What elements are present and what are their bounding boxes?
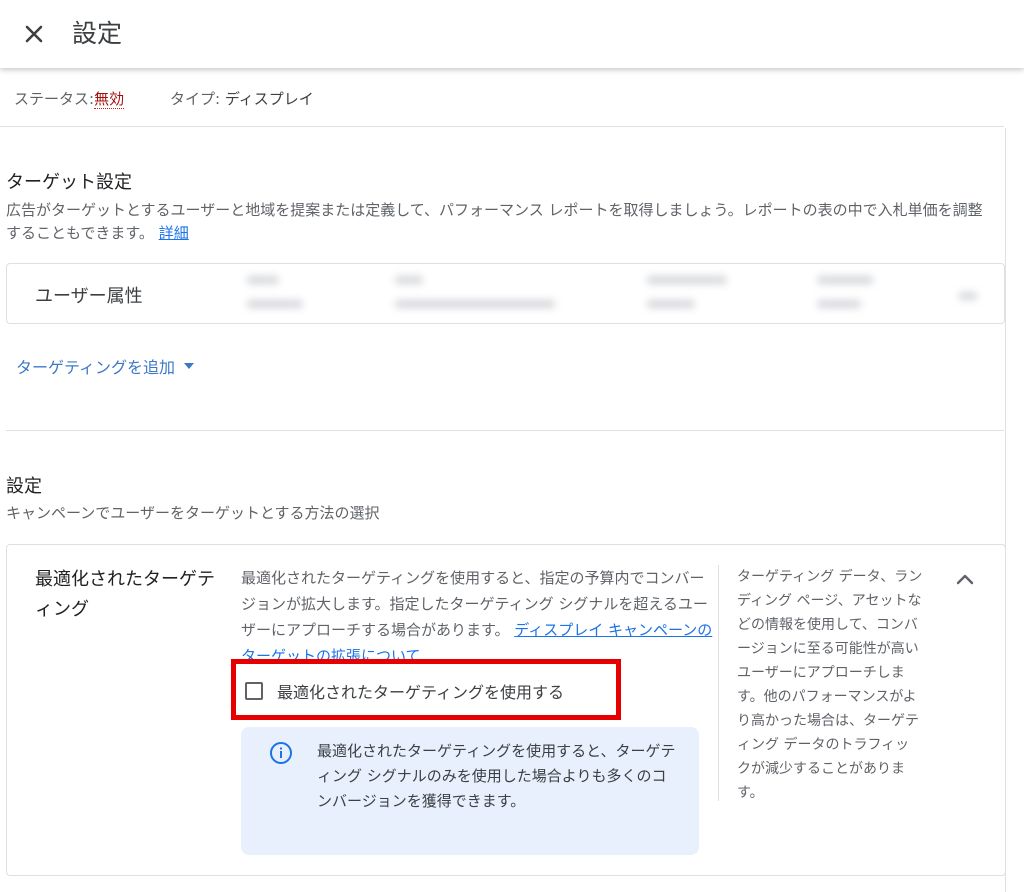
optimized-targeting-side-text: ターゲティング データ、ランディング ページ、アセットなどの情報を使用して、コン… [737, 569, 923, 801]
demographics-card[interactable]: ユーザー属性 [6, 263, 1005, 324]
optimized-targeting-title: 最適化されたターゲティング [35, 569, 215, 620]
targeting-section-title: ターゲット設定 [6, 172, 132, 193]
optimized-targeting-card: 最適化されたターゲティング 最適化されたターゲティングを使用すると、指定の予算内… [6, 544, 1006, 876]
optimized-targeting-checkbox-label[interactable]: 最適化されたターゲティングを使用する [277, 679, 564, 703]
blurred-targeting-summary [235, 264, 1004, 323]
optimized-targeting-description: 最適化されたターゲティングを使用すると、指定の予算内でコンバージョンが拡大します… [241, 565, 717, 669]
close-button[interactable] [18, 18, 50, 50]
add-targeting-label: ターゲティングを追加 [16, 358, 176, 377]
settings-section-title: 設定 [6, 476, 42, 497]
section-divider [6, 430, 1004, 431]
details-link[interactable]: 詳細 [159, 224, 189, 242]
demographics-label: ユーザー属性 [35, 286, 143, 307]
collapse-button[interactable] [951, 565, 979, 593]
status-bar: ステータス:無効 タイプ: ディスプレイ [0, 70, 1004, 127]
info-icon [270, 742, 292, 764]
type-info: タイプ: ディスプレイ [170, 88, 314, 109]
settings-section-description: キャンペーンでユーザーをターゲットとする方法の選択 [6, 504, 380, 522]
status-info: ステータス:無効 [14, 88, 125, 109]
add-targeting-button[interactable]: ターゲティングを追加 [16, 354, 195, 378]
close-icon [25, 25, 43, 43]
type-value: ディスプレイ [224, 90, 314, 108]
optimized-targeting-checkbox-row[interactable]: 最適化されたターゲティングを使用する [245, 679, 564, 703]
dialog-header: 設定 [0, 0, 1024, 68]
page-title: 設定 [72, 19, 123, 48]
status-label: ステータス: [14, 90, 95, 108]
optimized-targeting-checkbox[interactable] [245, 682, 263, 700]
vertical-divider [718, 565, 719, 801]
caret-down-icon [184, 363, 195, 369]
targeting-section-description: 広告がターゲットとするユーザーと地域を提案または定義して、パフォーマンス レポー… [6, 199, 996, 245]
type-label: タイプ: [170, 90, 221, 108]
scrollbar[interactable] [1005, 128, 1024, 892]
targeting-description-text: 広告がターゲットとするユーザーと地域を提案または定義して、パフォーマンス レポー… [6, 201, 983, 242]
info-box: 最適化されたターゲティングを使用すると、ターゲティング シグナルのみを使用した場… [241, 727, 699, 855]
info-text: 最適化されたターゲティングを使用すると、ターゲティング シグナルのみを使用した場… [317, 742, 676, 810]
status-value[interactable]: 無効 [94, 90, 125, 109]
chevron-up-icon [956, 574, 974, 585]
